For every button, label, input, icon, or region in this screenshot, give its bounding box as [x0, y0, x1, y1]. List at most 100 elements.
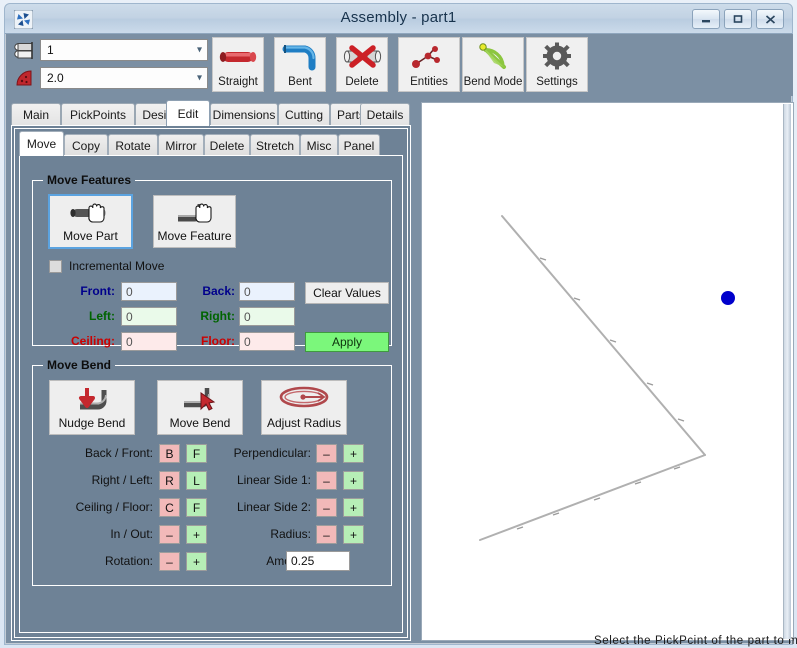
- front-input[interactable]: 0: [121, 282, 177, 301]
- amount-value: 0.25: [291, 554, 314, 568]
- nudge-bend-button[interactable]: Nudge Bend: [49, 380, 135, 435]
- bent-button[interactable]: Bent: [274, 37, 326, 92]
- tube-size-select[interactable]: 1 ▾: [40, 39, 208, 61]
- linear-side-2-increase-button[interactable]: +: [343, 498, 364, 517]
- move-part-hand-icon: [65, 196, 117, 229]
- in-out-label: In / Out:: [43, 527, 153, 541]
- subtab-delete[interactable]: Delete: [204, 134, 250, 156]
- move-bend-icon: [176, 381, 224, 416]
- perpendicular-increase-button[interactable]: +: [343, 444, 364, 463]
- ceiling-floor-label: Ceiling / Floor:: [37, 500, 153, 514]
- subtab-mirror[interactable]: Mirror: [158, 134, 204, 156]
- move-part-button[interactable]: Move Part: [49, 195, 132, 248]
- subtab-stretch[interactable]: Stretch: [250, 134, 300, 156]
- subtab-copy[interactable]: Copy: [64, 134, 108, 156]
- rotation-label: Rotation:: [43, 554, 153, 568]
- entities-button[interactable]: Entities: [398, 37, 460, 92]
- checkbox-box: [49, 260, 62, 273]
- application-window: Assembly - part1: [0, 0, 797, 648]
- back-input[interactable]: 0: [239, 282, 295, 301]
- move-panel-body: Move Features Move Part: [19, 155, 403, 633]
- ceiling-input[interactable]: 0: [121, 332, 177, 351]
- incremental-move-checkbox[interactable]: Incremental Move: [49, 259, 164, 273]
- back-label: Back:: [183, 284, 235, 298]
- pickpoint-marker[interactable]: [718, 288, 738, 308]
- radius-row: 2.0 ▾: [12, 66, 208, 90]
- bend-wedge-icon: [12, 67, 40, 89]
- in-button[interactable]: –: [159, 525, 180, 544]
- tab-cutting[interactable]: Cutting: [278, 103, 330, 126]
- floor-label: Floor:: [183, 334, 235, 348]
- right-label: Right:: [183, 309, 235, 323]
- bent-tube-icon: [275, 38, 325, 76]
- settings-button[interactable]: Settings: [526, 37, 588, 92]
- tab-main[interactable]: Main: [11, 103, 61, 126]
- adjust-radius-button[interactable]: Adjust Radius: [261, 380, 347, 435]
- amount-input[interactable]: 0.25: [286, 551, 350, 571]
- right-button[interactable]: R: [159, 471, 180, 490]
- tab-pickpoints[interactable]: PickPoints: [61, 103, 135, 126]
- linear-side-1-label: Linear Side 1:: [203, 473, 311, 487]
- close-button[interactable]: [756, 9, 784, 29]
- radius-label: Radius:: [203, 527, 311, 541]
- subtab-misc[interactable]: Misc: [300, 134, 338, 156]
- minimize-button[interactable]: [692, 9, 720, 29]
- toolbar-combos: 1 ▾ 2.0 ▾: [12, 38, 208, 94]
- bent-button-label: Bent: [288, 76, 312, 88]
- move-bend-group: Move Bend Nudge Bend: [32, 365, 392, 586]
- tube-segment-lower: [480, 455, 705, 540]
- move-bend-button[interactable]: Move Bend: [157, 380, 243, 435]
- subtab-rotate[interactable]: Rotate: [108, 134, 158, 156]
- back-button[interactable]: B: [159, 444, 180, 463]
- tab-details[interactable]: Details: [360, 103, 410, 126]
- viewport-scrollbar[interactable]: [783, 104, 791, 639]
- radius-increase-button[interactable]: +: [343, 525, 364, 544]
- bend-mode-button[interactable]: Bend Mode: [462, 37, 524, 92]
- chevron-down-icon: ▾: [197, 45, 202, 56]
- linear-side-1-decrease-button[interactable]: –: [316, 471, 337, 490]
- linear-side-1-increase-button[interactable]: +: [343, 471, 364, 490]
- move-features-group: Move Features Move Part: [32, 180, 392, 346]
- window-title: Assembly - part1: [5, 9, 792, 26]
- window-frame: Assembly - part1: [4, 3, 793, 645]
- right-value: 0: [244, 310, 251, 324]
- bend-mode-button-label: Bend Mode: [464, 76, 523, 88]
- straight-button[interactable]: Straight: [212, 37, 264, 92]
- right-left-label: Right / Left:: [43, 473, 153, 487]
- apply-button[interactable]: Apply: [305, 332, 389, 352]
- perpendicular-decrease-button[interactable]: –: [316, 444, 337, 463]
- edit-panel-inner: Move Copy Rotate Mirror Delete Stretch M…: [14, 128, 408, 638]
- linear-side-2-decrease-button[interactable]: –: [316, 498, 337, 517]
- main-toolbar: 1 ▾ 2.0 ▾: [6, 34, 793, 96]
- clear-values-button[interactable]: Clear Values: [305, 282, 389, 304]
- subtab-panel[interactable]: Panel: [338, 134, 380, 156]
- left-input[interactable]: 0: [121, 307, 177, 326]
- move-part-label: Move Part: [63, 229, 118, 243]
- right-input[interactable]: 0: [239, 307, 295, 326]
- 3d-viewport[interactable]: Ceilg Left Front Back Right Floor Select…: [421, 102, 794, 641]
- bend-mode-icon: [463, 38, 523, 76]
- main-tabs: Main PickPoints Design Edit Dimensions C…: [11, 100, 411, 126]
- move-subtabs: Move Copy Rotate Mirror Delete Stretch M…: [19, 131, 411, 156]
- ceiling-value: 0: [126, 335, 133, 349]
- tab-dimensions[interactable]: Dimensions: [210, 103, 278, 126]
- maximize-button[interactable]: [724, 9, 752, 29]
- tab-edit[interactable]: Edit: [166, 100, 210, 126]
- incremental-move-label: Incremental Move: [69, 259, 164, 273]
- tube-icon: [12, 39, 40, 61]
- radius-select[interactable]: 2.0 ▾: [40, 67, 208, 89]
- rotation-decrease-button[interactable]: –: [159, 552, 180, 571]
- floor-input[interactable]: 0: [239, 332, 295, 351]
- subtab-move[interactable]: Move: [19, 131, 64, 156]
- radius-decrease-button[interactable]: –: [316, 525, 337, 544]
- front-value: 0: [126, 285, 133, 299]
- move-features-title: Move Features: [43, 173, 135, 187]
- move-feature-label: Move Feature: [157, 229, 231, 243]
- adjust-radius-icon: [276, 381, 332, 416]
- ceiling-button[interactable]: C: [159, 498, 180, 517]
- gear-icon: [527, 38, 587, 76]
- delete-button[interactable]: Delete: [336, 37, 388, 92]
- delete-button-label: Delete: [345, 76, 378, 88]
- move-feature-button[interactable]: Move Feature: [153, 195, 236, 248]
- radius-value: 2.0: [47, 71, 64, 85]
